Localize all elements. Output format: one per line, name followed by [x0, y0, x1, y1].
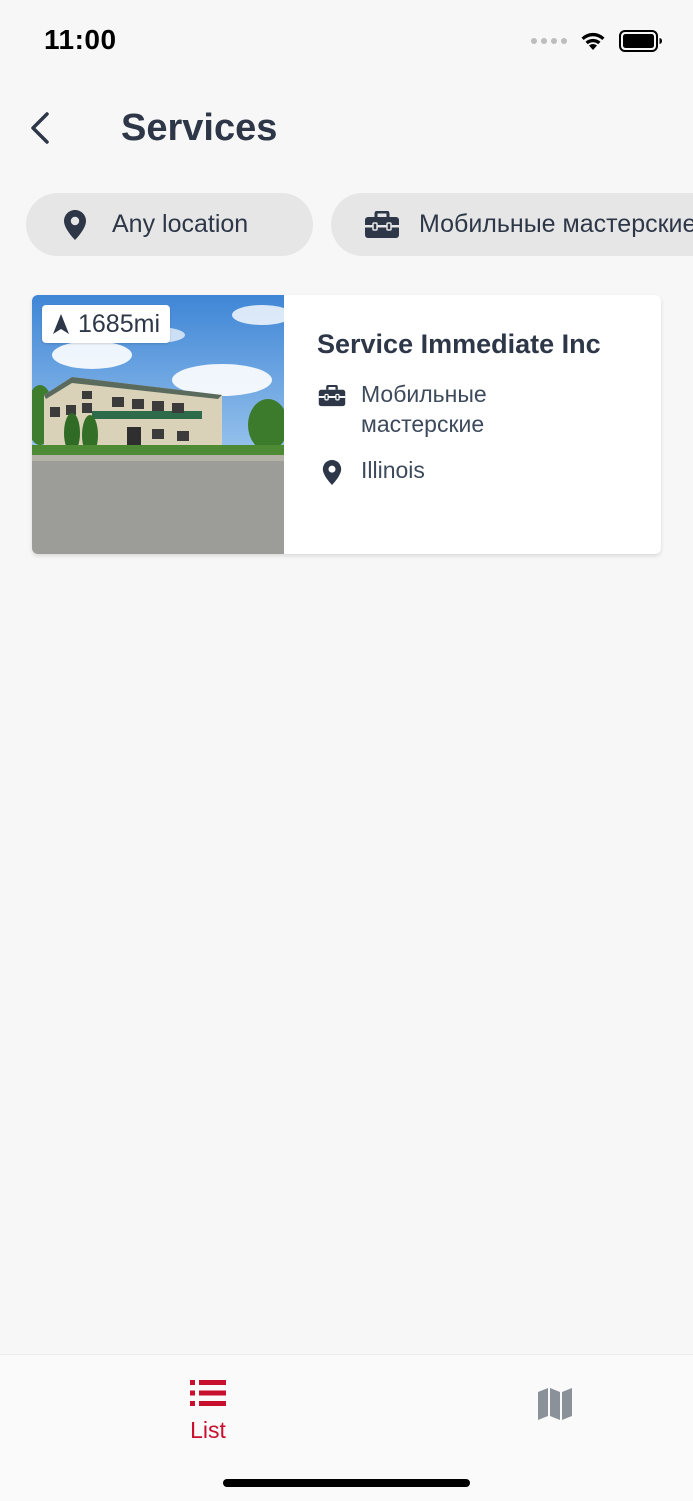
page-title: Services [121, 107, 278, 149]
home-indicator [223, 1479, 470, 1487]
tab-list-label: List [190, 1417, 226, 1443]
location-pin-icon [317, 457, 347, 487]
location-pin-icon [60, 208, 90, 242]
status-icons [531, 30, 663, 52]
wifi-icon [581, 32, 605, 50]
battery-icon [619, 30, 662, 52]
location-filter-label: Any location [112, 210, 249, 238]
service-photo: 1685mi [32, 295, 284, 554]
briefcase-icon [317, 381, 347, 411]
service-title: Service Immediate Inc [317, 329, 601, 359]
service-location-row: Illinois [317, 455, 637, 487]
service-info: Service Immediate Inc Мобильные мастерск… [317, 327, 637, 487]
map-icon [537, 1386, 573, 1422]
distance-text: 1685mi [78, 309, 160, 338]
back-icon [31, 112, 49, 144]
list-icon [190, 1379, 226, 1407]
header: Services [0, 92, 693, 164]
service-category-row: Мобильные мастерские [317, 379, 637, 439]
distance-badge: 1685mi [42, 305, 170, 343]
briefcase-icon [363, 208, 401, 242]
tab-list[interactable]: List [150, 1355, 266, 1455]
category-filter-chip[interactable]: Мобильные мастерские [331, 193, 693, 256]
filter-chips: Any location Мобильные мастерские [26, 193, 693, 256]
navigation-arrow-icon [52, 313, 70, 335]
location-filter-chip[interactable]: Any location [26, 193, 313, 256]
service-category: Мобильные мастерские [361, 381, 487, 437]
cellular-signal-icon [531, 38, 567, 44]
bottom-tab-bar: List [0, 1354, 693, 1501]
status-bar: 11:00 [0, 0, 693, 84]
back-button[interactable] [20, 106, 60, 150]
tab-map[interactable] [497, 1355, 613, 1455]
status-time: 11:00 [44, 24, 117, 55]
service-location: Illinois [361, 457, 425, 483]
service-card[interactable]: 1685mi Service Immediate Inc Мобильные м… [32, 295, 661, 554]
category-filter-label: Мобильные мастерские [419, 210, 693, 238]
